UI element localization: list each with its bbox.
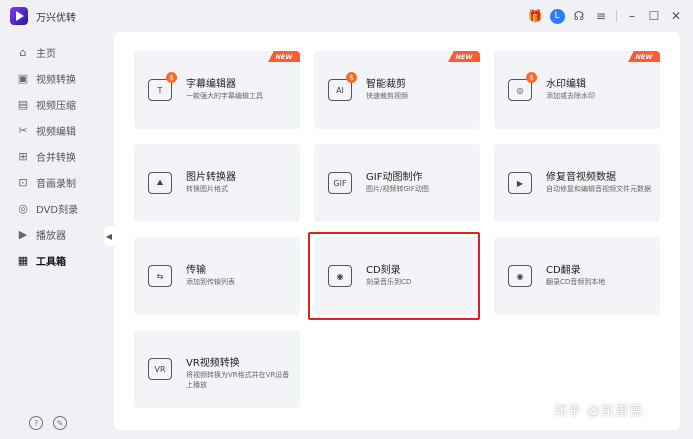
tool-card-image-convert[interactable]: ⛰ 图片转换器 转换图片格式 bbox=[134, 144, 300, 222]
tool-description: 图片/视频转GIF动图 bbox=[366, 185, 429, 193]
new-badge: NEW bbox=[268, 51, 300, 62]
record-icon: ⊡ bbox=[18, 175, 28, 189]
tool-description: 翻录CD音频到本地 bbox=[546, 278, 606, 286]
title-bar: 万兴优转 🎁 L ☊ ≡ – ☐ ✕ bbox=[0, 0, 693, 32]
player-icon: ▶ bbox=[18, 227, 28, 241]
watermark: 知乎 @凯雷德 bbox=[554, 404, 644, 419]
sidebar-collapse-button[interactable]: ◀ bbox=[104, 226, 114, 246]
watermark-icon: ◎ $ bbox=[508, 72, 537, 101]
vr-icon: VR bbox=[148, 358, 172, 380]
tool-card-subtitle-editor[interactable]: T $ 字幕编辑器 一款强大的字幕编辑工具 NEW bbox=[134, 51, 300, 129]
tool-card-repair-metadata[interactable]: ▶ 修复音视频数据 自动修复和编辑音视频文件元数据 bbox=[494, 144, 660, 222]
sidebar-item-video-edit[interactable]: ✂ 视频编辑 bbox=[0, 117, 108, 143]
tool-title: VR视频转换 bbox=[186, 358, 240, 369]
paid-badge-icon: $ bbox=[346, 72, 357, 83]
repair-metadata-icon: ▶ bbox=[508, 172, 532, 194]
ai-crop-icon: AI $ bbox=[328, 72, 357, 101]
tool-title: 图片转换器 bbox=[186, 172, 236, 183]
home-icon: ⌂ bbox=[19, 45, 27, 59]
gift-icon[interactable]: 🎁 bbox=[524, 5, 546, 27]
tool-description: 将视频转换为VR格式并在VR设备上播放 bbox=[186, 371, 290, 389]
minimize-icon[interactable]: – bbox=[621, 5, 643, 27]
transfer-icon: ⇆ bbox=[148, 265, 172, 287]
merge-icon: ⊞ bbox=[18, 149, 28, 163]
menu-icon[interactable]: ≡ bbox=[590, 5, 612, 27]
paid-badge-icon: $ bbox=[526, 72, 537, 83]
scissors-icon: ✂ bbox=[18, 123, 28, 137]
sidebar-item-home[interactable]: ⌂ 主页 bbox=[0, 39, 108, 65]
gif-icon: GIF bbox=[328, 172, 352, 194]
sidebar-item-video-convert[interactable]: ▣ 视频转换 bbox=[0, 65, 108, 91]
user-avatar[interactable]: L bbox=[546, 5, 568, 27]
app-title: 万兴优转 bbox=[36, 13, 76, 24]
tool-title: 字幕编辑器 bbox=[186, 79, 236, 90]
subtitle-editor-icon: T $ bbox=[148, 72, 177, 101]
sidebar-item-merge[interactable]: ⊞ 合并转换 bbox=[0, 143, 108, 169]
tool-card-ai-crop[interactable]: AI $ 智能裁剪 快速裁剪视频 NEW bbox=[314, 51, 480, 129]
toolbox-icon: ▦ bbox=[17, 253, 29, 267]
video-convert-icon: ▣ bbox=[17, 71, 29, 85]
sidebar-item-toolbox[interactable]: ▦ 工具箱 bbox=[0, 247, 108, 273]
sidebar-item-record[interactable]: ⊡ 音画录制 bbox=[0, 169, 108, 195]
tool-card-transfer[interactable]: ⇆ 传输 添加到传输列表 bbox=[134, 237, 300, 315]
tool-card-gif[interactable]: GIF GIF动图制作 图片/视频转GIF动图 bbox=[314, 144, 480, 222]
tool-card-vr[interactable]: VR VR视频转换 将视频转换为VR格式并在VR设备上播放 bbox=[134, 330, 300, 408]
tool-description: 添加或去除水印 bbox=[546, 92, 595, 100]
tool-description: 自动修复和编辑音视频文件元数据 bbox=[546, 185, 651, 193]
headset-icon[interactable]: ☊ bbox=[568, 5, 590, 27]
close-icon[interactable]: ✕ bbox=[665, 5, 687, 27]
tool-title: 传输 bbox=[186, 265, 206, 276]
tool-title: 修复音视频数据 bbox=[546, 172, 616, 183]
tool-card-cd-rip[interactable]: ◉ CD翻录 翻录CD音频到本地 bbox=[494, 237, 660, 315]
help-icon[interactable]: ? bbox=[29, 416, 43, 430]
tool-card-watermark[interactable]: ◎ $ 水印编辑 添加或去除水印 NEW bbox=[494, 51, 660, 129]
dvd-icon: ◎ bbox=[18, 201, 28, 215]
video-compress-icon: ▤ bbox=[17, 97, 29, 111]
tool-title: 智能裁剪 bbox=[366, 79, 406, 90]
tool-title: GIF动图制作 bbox=[366, 172, 423, 183]
new-badge: NEW bbox=[628, 51, 660, 62]
tool-title: CD翻录 bbox=[546, 265, 581, 276]
sidebar-item-player[interactable]: ▶ 播放器 bbox=[0, 221, 108, 247]
tool-description: 快速裁剪视频 bbox=[366, 92, 408, 100]
tool-description: 转换图片格式 bbox=[186, 185, 228, 193]
tool-description: 添加到传输列表 bbox=[186, 278, 235, 286]
sidebar-item-video-compress[interactable]: ▤ 视频压缩 bbox=[0, 91, 108, 117]
sidebar: ⌂ 主页 ▣ 视频转换 ▤ 视频压缩 ✂ 视频编辑 ⊞ 合并转换 ⊡ 音画录制 ◎ DVD刻录… bbox=[0, 32, 108, 439]
divider bbox=[616, 10, 617, 22]
maximize-icon[interactable]: ☐ bbox=[643, 5, 665, 27]
feedback-icon[interactable]: ✎ bbox=[53, 416, 67, 430]
sidebar-item-dvd[interactable]: ◎ DVD刻录 bbox=[0, 195, 108, 221]
cd-rip-icon: ◉ bbox=[508, 265, 532, 287]
paid-badge-icon: $ bbox=[166, 72, 177, 83]
app-logo bbox=[10, 7, 28, 25]
image-convert-icon: ⛰ bbox=[148, 172, 172, 194]
highlight-box bbox=[308, 232, 480, 320]
new-badge: NEW bbox=[448, 51, 480, 62]
tool-description: 一款强大的字幕编辑工具 bbox=[186, 92, 263, 100]
toolbox-panel: T $ 字幕编辑器 一款强大的字幕编辑工具 NEW AI $ 智能裁剪 快速裁剪视频… bbox=[114, 32, 680, 430]
tool-title: 水印编辑 bbox=[546, 79, 586, 90]
